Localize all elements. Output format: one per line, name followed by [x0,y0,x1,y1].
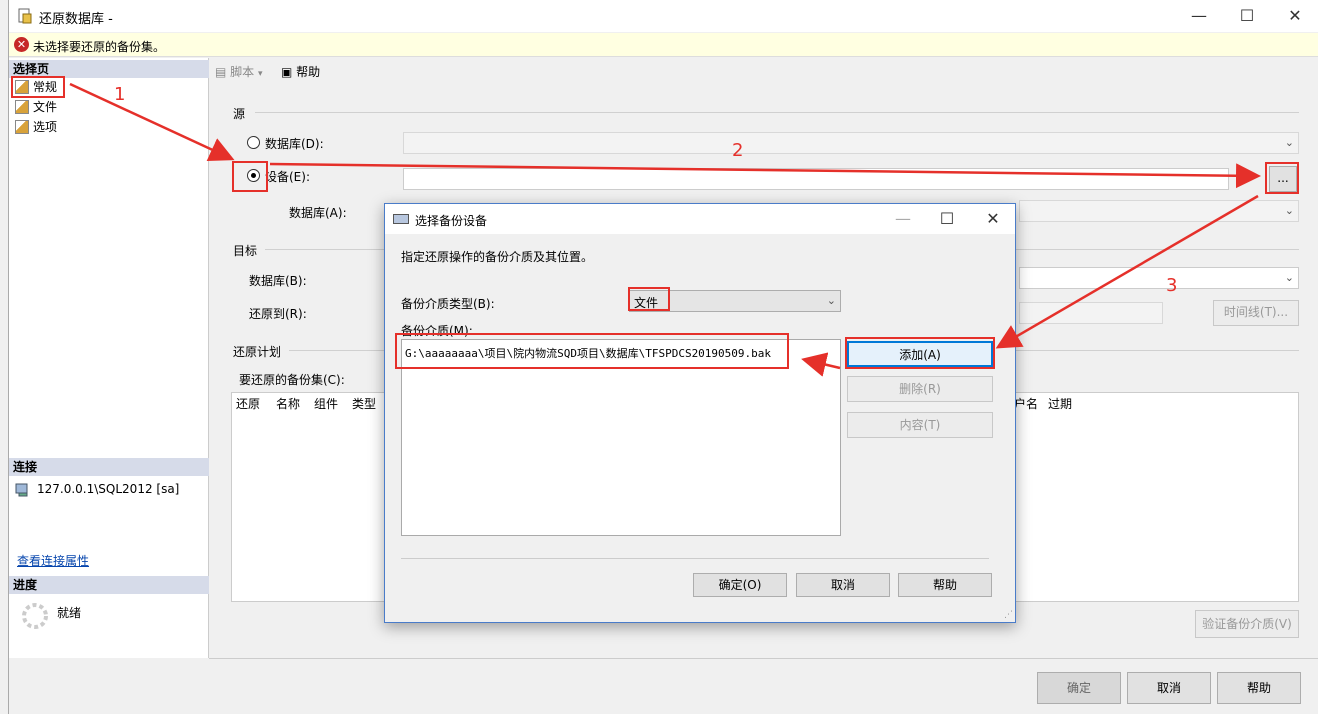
annotation-number: 2 [732,140,744,161]
annotation-number: 3 [1166,275,1178,296]
arrow-2 [269,162,1261,189]
arrow-4 [801,352,841,377]
arrow-3 [995,194,1259,349]
arrow-1 [69,82,235,161]
annotation-number: 1 [114,84,126,105]
annotation-arrows [69,82,1261,377]
